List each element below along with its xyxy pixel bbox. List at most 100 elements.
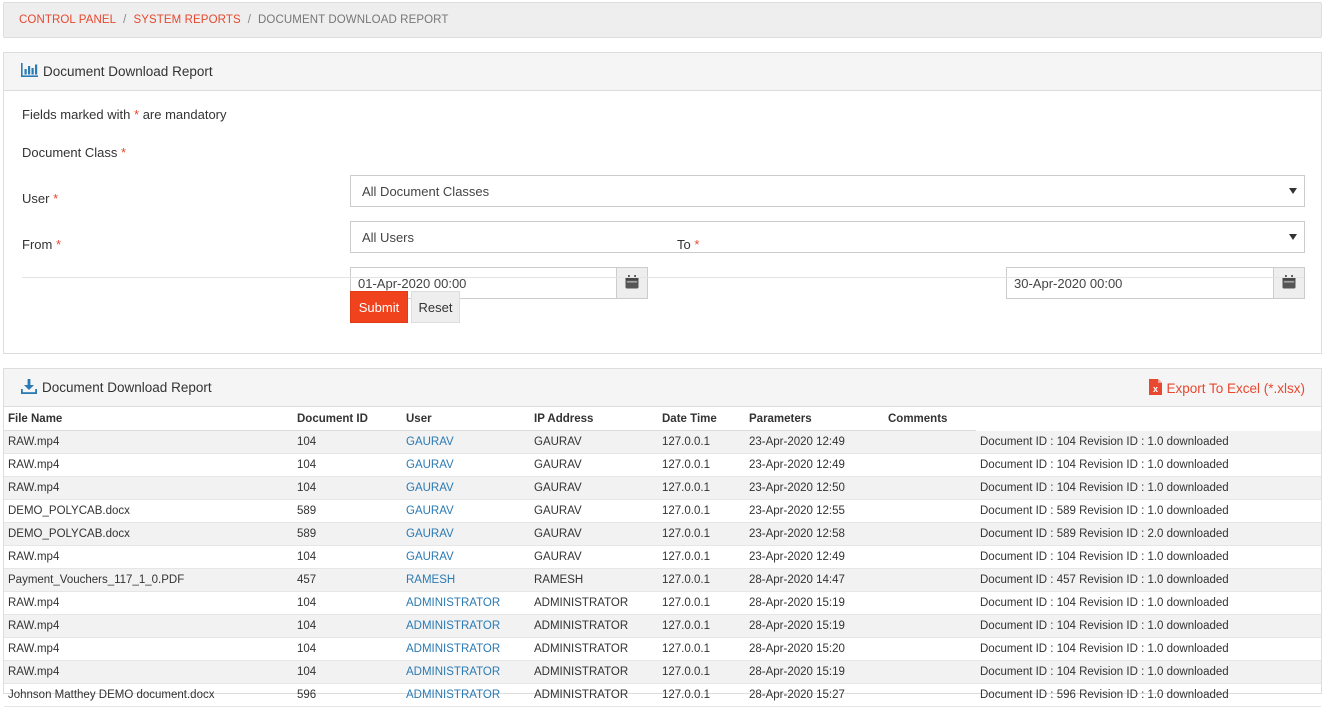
document-id-cell: 104 <box>293 591 402 615</box>
table-row: RAW.mp4 104 ADMINISTRATOR ADMINISTRATOR 127.… <box>4 637 1321 661</box>
document-class-select[interactable]: All Document Classes <box>350 175 1305 207</box>
document-id-cell: 104 <box>293 614 402 638</box>
parameters-cell: 23-Apr-2020 12:49 <box>745 430 884 454</box>
download-details-cell: Document ID : 104 Revision ID : 1.0 down… <box>976 453 1321 477</box>
report-filter-form: Fields marked with * are mandatory Docum… <box>4 91 1321 353</box>
download-details-cell: Document ID : 589 Revision ID : 2.0 down… <box>976 522 1321 546</box>
column-header-date-time[interactable]: Date Time <box>658 407 745 431</box>
parameters-cell: 28-Apr-2020 15:20 <box>745 637 884 661</box>
user-cell[interactable]: GAURAV <box>402 476 530 500</box>
user-cell[interactable]: RAMESH <box>402 568 530 592</box>
column-header-comments[interactable]: Comments <box>884 407 976 431</box>
table-header-row: File Name Document ID User IP Address Da… <box>4 407 1321 431</box>
form-divider <box>22 277 1304 278</box>
date-time-cell: 127.0.0.1 <box>658 568 745 592</box>
user-cell[interactable]: ADMINISTRATOR <box>402 683 530 707</box>
export-to-excel-link[interactable]: x Export To Excel (*.xlsx) <box>1149 369 1305 407</box>
document-id-cell: 104 <box>293 453 402 477</box>
ip-address-cell: GAURAV <box>530 499 658 523</box>
svg-text:x: x <box>1153 384 1158 394</box>
date-time-cell: 127.0.0.1 <box>658 683 745 707</box>
document-id-cell: 104 <box>293 476 402 500</box>
file-name-cell: RAW.mp4 <box>4 476 293 500</box>
breadcrumb-control-panel[interactable]: CONTROL PANEL <box>19 14 116 26</box>
ip-address-cell: GAURAV <box>530 453 658 477</box>
comments-cell <box>884 453 976 477</box>
parameters-cell: 23-Apr-2020 12:58 <box>745 522 884 546</box>
column-header-ip-address[interactable]: IP Address <box>530 407 658 431</box>
ip-address-cell: GAURAV <box>530 476 658 500</box>
column-header-file-name[interactable]: File Name <box>4 407 293 431</box>
comments-cell <box>884 430 976 454</box>
comments-cell <box>884 476 976 500</box>
user-cell[interactable]: GAURAV <box>402 545 530 569</box>
ip-address-cell: ADMINISTRATOR <box>530 614 658 638</box>
file-name-cell: Johnson Matthey DEMO document.docx <box>4 683 293 707</box>
date-time-cell: 127.0.0.1 <box>658 660 745 684</box>
from-date-picker-button[interactable] <box>616 267 648 299</box>
to-date-input[interactable]: 30-Apr-2020 00:00 <box>1006 267 1274 299</box>
date-time-cell: 127.0.0.1 <box>658 522 745 546</box>
user-selected-value: All Users <box>362 229 415 245</box>
column-header-blank <box>976 407 1321 431</box>
comments-cell <box>884 637 976 661</box>
user-label-text: User <box>22 191 50 206</box>
user-cell[interactable]: ADMINISTRATOR <box>402 660 530 684</box>
user-cell[interactable]: ADMINISTRATOR <box>402 591 530 615</box>
download-details-cell: Document ID : 104 Revision ID : 1.0 down… <box>976 430 1321 454</box>
from-label-text: From <box>22 237 53 252</box>
column-header-parameters[interactable]: Parameters <box>745 407 884 431</box>
report-filter-panel: Document Download Report Fields marked w… <box>3 52 1322 354</box>
table-row: RAW.mp4 104 ADMINISTRATOR ADMINISTRATOR 127.… <box>4 591 1321 615</box>
user-cell[interactable]: ADMINISTRATOR <box>402 614 530 638</box>
column-header-document-id[interactable]: Document ID <box>293 407 402 431</box>
mandatory-note: Fields marked with * are mandatory <box>22 107 227 122</box>
ip-address-cell: ADMINISTRATOR <box>530 683 658 707</box>
download-details-cell: Document ID : 589 Revision ID : 1.0 down… <box>976 499 1321 523</box>
comments-cell <box>884 568 976 592</box>
file-name-cell: RAW.mp4 <box>4 614 293 638</box>
document-class-label: Document Class * <box>22 145 126 160</box>
ip-address-cell: GAURAV <box>530 522 658 546</box>
required-marker: * <box>53 191 59 206</box>
document-id-cell: 457 <box>293 568 402 592</box>
file-name-cell: RAW.mp4 <box>4 430 293 454</box>
date-time-cell: 127.0.0.1 <box>658 545 745 569</box>
user-cell[interactable]: GAURAV <box>402 453 530 477</box>
required-marker: * <box>134 107 140 122</box>
user-select[interactable]: All Users <box>350 221 1305 253</box>
document-class-selected-value: All Document Classes <box>362 183 490 199</box>
table-row: RAW.mp4 104 ADMINISTRATOR ADMINISTRATOR 127.… <box>4 660 1321 684</box>
comments-cell <box>884 499 976 523</box>
user-cell[interactable]: GAURAV <box>402 499 530 523</box>
breadcrumb-separator: / <box>123 14 127 26</box>
required-marker: * <box>694 237 700 252</box>
user-cell[interactable]: GAURAV <box>402 430 530 454</box>
bar-chart-icon <box>21 63 43 80</box>
reset-button[interactable]: Reset <box>411 291 460 323</box>
table-row: Payment_Vouchers_117_1_0.PDF 457 RAMESH RAM… <box>4 568 1321 592</box>
to-date-picker-button[interactable] <box>1273 267 1305 299</box>
file-name-cell: RAW.mp4 <box>4 545 293 569</box>
parameters-cell: 28-Apr-2020 15:19 <box>745 614 884 638</box>
date-time-cell: 127.0.0.1 <box>658 591 745 615</box>
file-name-cell: DEMO_POLYCAB.docx <box>4 522 293 546</box>
document-id-cell: 104 <box>293 430 402 454</box>
required-marker: * <box>121 145 127 160</box>
comments-cell <box>884 545 976 569</box>
ip-address-cell: RAMESH <box>530 568 658 592</box>
file-name-cell: RAW.mp4 <box>4 591 293 615</box>
file-name-cell: RAW.mp4 <box>4 660 293 684</box>
breadcrumb: CONTROL PANEL / SYSTEM REPORTS / DOCUMEN… <box>3 2 1322 38</box>
document-id-cell: 104 <box>293 545 402 569</box>
report-results-panel-header: Document Download Report x Export To Exc… <box>4 369 1321 407</box>
download-details-cell: Document ID : 104 Revision ID : 1.0 down… <box>976 545 1321 569</box>
column-header-user[interactable]: User <box>402 407 530 431</box>
user-cell[interactable]: GAURAV <box>402 522 530 546</box>
parameters-cell: 28-Apr-2020 15:19 <box>745 591 884 615</box>
user-cell[interactable]: ADMINISTRATOR <box>402 637 530 661</box>
submit-button[interactable]: Submit <box>350 291 408 323</box>
mandatory-note-suffix: are mandatory <box>142 107 227 122</box>
ip-address-cell: ADMINISTRATOR <box>530 591 658 615</box>
breadcrumb-system-reports[interactable]: SYSTEM REPORTS <box>133 14 240 26</box>
